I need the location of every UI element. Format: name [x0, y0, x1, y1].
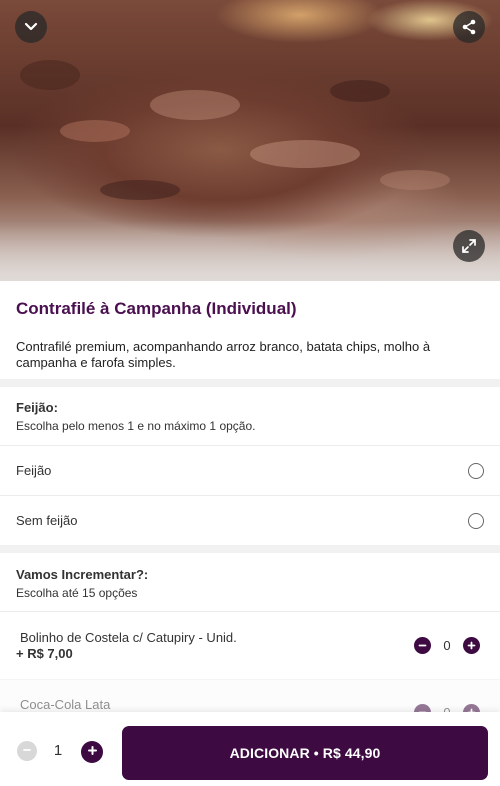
option-label: Sem feijão	[16, 513, 78, 528]
group-title: Feijão:	[16, 400, 58, 415]
plus-icon	[467, 637, 476, 655]
minus-icon	[418, 637, 427, 655]
expand-icon	[461, 238, 477, 254]
add-to-cart-button[interactable]: ADICIONAR • R$ 44,90	[122, 726, 488, 780]
product-title: Contrafilé à Campanha (Individual)	[16, 299, 297, 318]
addon-count: 0	[443, 638, 451, 653]
addon-row: Bolinho de Costela c/ Catupiry - Unid. +…	[0, 611, 500, 679]
bottom-action-bar: 1 ADICIONAR • R$ 44,90	[0, 712, 500, 786]
share-button[interactable]	[453, 11, 485, 43]
addon-stepper: 0	[414, 637, 480, 654]
option-label: Feijão	[16, 463, 52, 478]
option-group-header: Feijão: Escolha pelo menos 1 e no máximo…	[0, 400, 500, 434]
quantity-value: 1	[53, 742, 63, 759]
addon-name: Bolinho de Costela c/ Catupiry - Unid.	[20, 630, 237, 645]
product-image	[0, 0, 500, 281]
share-icon	[461, 19, 477, 35]
option-group-header: Vamos Incrementar?: Escolha até 15 opçõe…	[0, 567, 500, 601]
product-description: Contrafilé premium, acompanhando arroz b…	[16, 339, 431, 370]
group-title: Vamos Incrementar?:	[16, 567, 149, 582]
chevron-down-icon	[24, 22, 38, 32]
group-subtitle: Escolha pelo menos 1 e no máximo 1 opção…	[16, 419, 256, 433]
addon-price: + R$ 7,00	[16, 646, 73, 661]
plus-icon	[87, 743, 98, 761]
option-row[interactable]: Feijão	[0, 445, 500, 495]
increment-button[interactable]	[463, 637, 480, 654]
quantity-decrement-button[interactable]	[17, 741, 37, 761]
quantity-increment-button[interactable]	[81, 741, 103, 763]
group-subtitle: Escolha até 15 opções	[16, 586, 138, 600]
decrement-button[interactable]	[414, 637, 431, 654]
product-info: Contrafilé à Campanha (Individual) Contr…	[0, 281, 500, 371]
expand-image-button[interactable]	[453, 230, 485, 262]
radio-button[interactable]	[468, 512, 484, 529]
minus-icon	[22, 742, 32, 760]
collapse-button[interactable]	[15, 11, 47, 43]
section-divider	[0, 379, 500, 387]
addon-name: Coca-Cola Lata	[20, 697, 111, 712]
section-divider	[0, 545, 500, 553]
radio-button[interactable]	[468, 462, 484, 479]
option-row[interactable]: Sem feijão	[0, 495, 500, 545]
